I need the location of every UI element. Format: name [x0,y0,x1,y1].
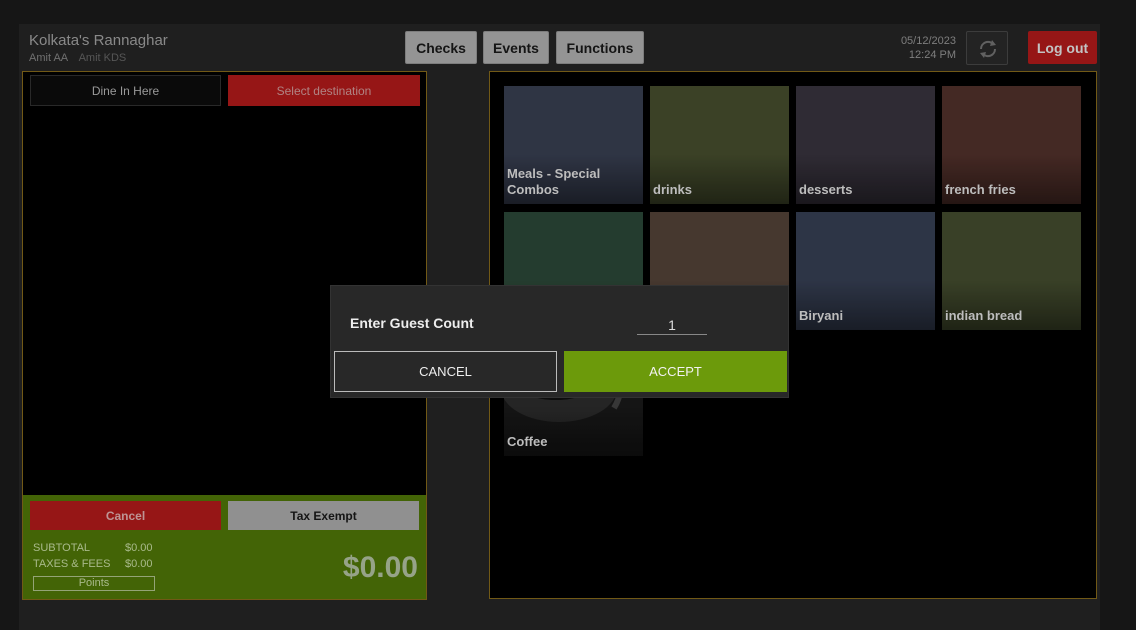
guest-count-dialog: Enter Guest Count CANCEL ACCEPT [330,285,789,398]
menu-tile-label: desserts [799,182,853,197]
menu-tile-label: Meals - Special Combos [507,166,601,197]
guest-count-input[interactable] [637,316,707,335]
dialog-accept-button[interactable]: ACCEPT [564,351,787,392]
menu-tile-label: french fries [945,182,1016,197]
dialog-cancel-button[interactable]: CANCEL [334,351,557,392]
menu-tile-label: drinks [653,182,693,197]
menu-tile-label: indian bread [945,308,1023,323]
menu-tile-label: Coffee [507,434,548,449]
menu-tile-label: Biryani [799,308,844,323]
dialog-title: Enter Guest Count [350,315,474,331]
